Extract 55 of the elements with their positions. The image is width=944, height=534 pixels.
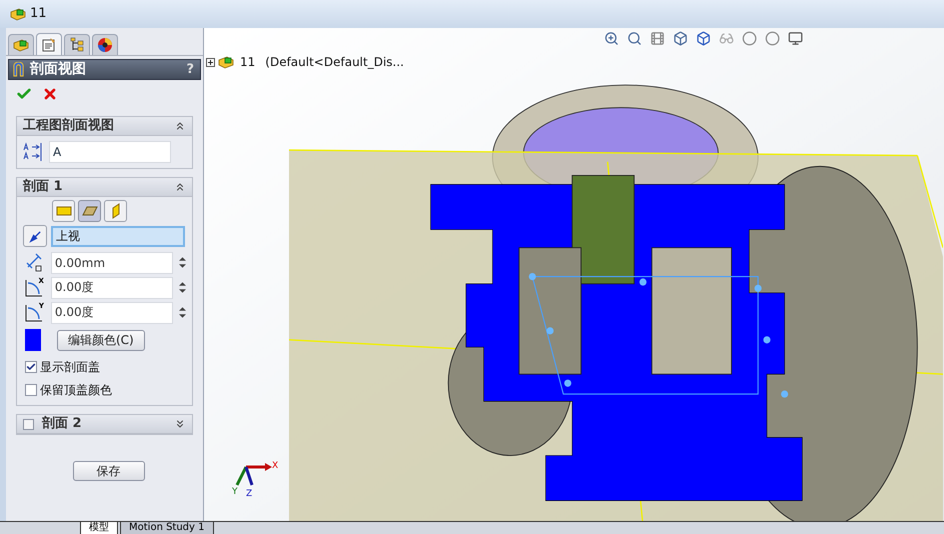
view-orientation-icon[interactable]	[673, 31, 688, 46]
collapse-icon[interactable]	[174, 120, 186, 132]
panel-tab[interactable]	[64, 34, 90, 55]
edit-color-button[interactable]: 编辑颜色(C)	[57, 330, 145, 350]
reverse-direction-button[interactable]	[23, 225, 47, 247]
part-icon	[217, 54, 235, 70]
property-sheet-icon	[41, 36, 57, 52]
panel-tab[interactable]	[92, 34, 118, 55]
checkbox-label: 保留顶盖颜色	[40, 382, 112, 398]
label-arrows-icon	[23, 142, 43, 162]
y-axis-label: Y	[232, 487, 238, 497]
z-axis-label: Z	[246, 489, 252, 499]
cancel-icon[interactable]	[42, 86, 58, 102]
window-title: 11	[30, 5, 47, 24]
save-button[interactable]: 保存	[72, 461, 144, 481]
view-settings-icon[interactable]	[788, 31, 803, 46]
arrow-icon	[28, 230, 42, 242]
help-button[interactable]: ?	[186, 60, 197, 80]
angle-x-field[interactable]: 0.00度	[50, 276, 173, 298]
zoom-to-fit-icon[interactable]	[604, 31, 619, 46]
display-style-icon[interactable]	[696, 31, 711, 46]
group-header[interactable]: 剖面 1	[17, 178, 192, 197]
group-header[interactable]: 工程图剖面视图	[17, 117, 192, 136]
bottom-tab[interactable]: Motion Study 1	[120, 522, 214, 534]
plane-button[interactable]	[78, 200, 101, 222]
plane-button[interactable]	[104, 200, 127, 222]
checkbox-label: 显示剖面盖	[40, 358, 100, 376]
group-title: 剖面 1	[23, 178, 64, 196]
checkbox[interactable]	[23, 418, 34, 430]
panel-tab[interactable]	[36, 33, 62, 55]
group-header[interactable]: 剖面 2	[17, 415, 192, 434]
tree-item-name[interactable]: 11	[240, 53, 256, 71]
bottom-tab[interactable]: 模型	[80, 522, 118, 534]
configuration-tree-icon	[69, 37, 85, 53]
expand-tree-icon[interactable]	[206, 58, 215, 66]
appearance-ball-icon	[97, 37, 113, 53]
section-view-icon	[12, 62, 25, 77]
group-title: 工程图剖面视图	[23, 116, 115, 136]
label-field[interactable]: A	[49, 141, 171, 163]
part-icon	[10, 6, 26, 22]
tree-item-config: (Default<Default_Dis...	[265, 54, 404, 71]
reference-plane-field[interactable]: 上视	[51, 226, 185, 246]
checkbox[interactable]	[25, 384, 37, 396]
checkbox[interactable]	[25, 360, 37, 372]
panel-title: 剖面视图	[30, 60, 87, 79]
offset-distance-field[interactable]: 0.00mm	[50, 252, 173, 274]
collapse-icon[interactable]	[174, 181, 186, 193]
expand-icon[interactable]	[174, 418, 186, 430]
plane-button[interactable]	[52, 200, 75, 222]
x-axis-label: X	[272, 461, 278, 471]
distance-icon	[24, 252, 44, 272]
zoom-area-icon[interactable]	[627, 31, 642, 46]
angle-y-field[interactable]: 0.00度	[50, 302, 173, 324]
parts-tree-icon	[13, 37, 29, 53]
group-title: 剖面 2	[42, 414, 83, 434]
